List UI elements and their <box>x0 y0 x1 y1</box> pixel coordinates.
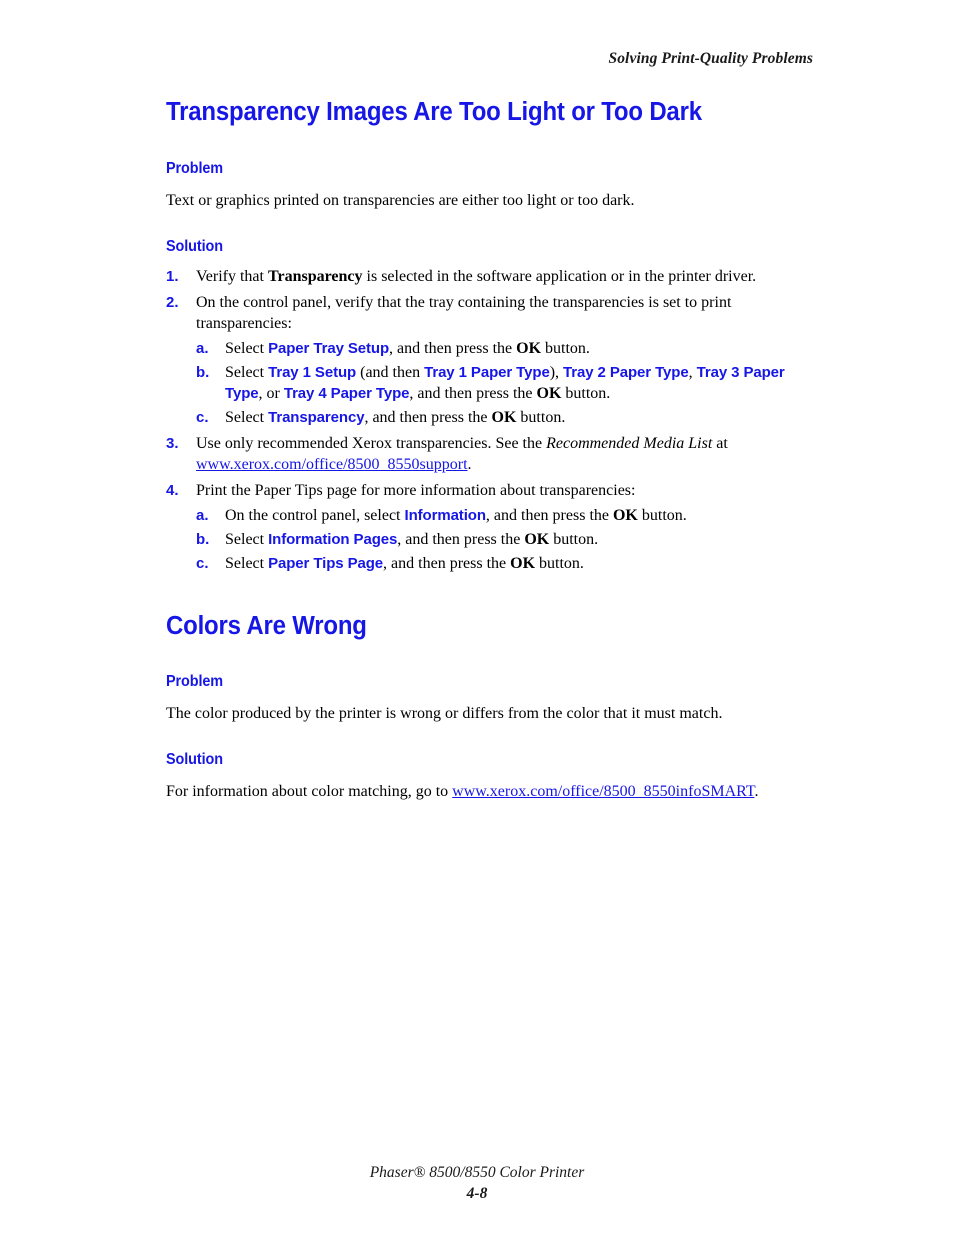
list-item-substep-2b: b. Select Tray 1 Setup (and then Tray 1 … <box>196 362 816 404</box>
problem-text-1: Text or graphics printed on transparenci… <box>166 192 635 210</box>
solution-text-run: For information about color matching, go… <box>166 783 453 801</box>
substep-text-run: , or <box>258 385 284 403</box>
italic-recommended-media-list: Recommended Media List <box>546 435 713 453</box>
substep-text-run: , and then press the <box>383 555 511 573</box>
list-item-substep-2c: c. Select Transparency, and then press t… <box>196 407 816 428</box>
substep-text-run: Select <box>225 340 269 358</box>
substep-text-run: button. <box>535 555 584 573</box>
section-title-colors: Colors Are Wrong <box>166 612 367 641</box>
ui-menu-information: Information <box>404 507 487 525</box>
solution-steps-list: 1. Verify that Transparency is selected … <box>166 266 816 574</box>
page-footer: Phaser® 8500/8550 Color Printer 4-8 <box>0 1162 954 1204</box>
substep-text-run: , and then press the <box>485 507 613 525</box>
ui-menu-tray-4-paper-type: Tray 4 Paper Type <box>283 385 410 403</box>
substep-text-run: , and then press the <box>389 340 517 358</box>
step-text: Verify that Transparency is selected in … <box>196 268 756 285</box>
ui-menu-paper-tips-page: Paper Tips Page <box>268 555 384 573</box>
ui-menu-transparency: Transparency <box>268 409 365 427</box>
subheading-solution-2: Solution <box>166 751 223 769</box>
substep-marker: a. <box>196 340 209 358</box>
list-item-substep-4c: c. Select Paper Tips Page, and then pres… <box>196 553 816 574</box>
substep-text-run: , and then press the <box>409 385 537 403</box>
substep-text-run: button. <box>541 340 590 358</box>
step-text-run: at <box>712 435 728 453</box>
ok-button-label: OK <box>612 507 638 525</box>
substep-text-run: (and then <box>356 364 425 382</box>
substep-marker: b. <box>196 531 210 549</box>
link-support-url[interactable]: www.xerox.com/office/8500_8550support <box>196 456 468 473</box>
ok-button-label: OK <box>536 385 562 403</box>
ok-button-label: OK <box>516 340 542 358</box>
substep-text-run: , and then press the <box>364 409 492 427</box>
substep-text-run: ), <box>549 364 564 382</box>
running-header: Solving Print-Quality Problems <box>608 50 813 67</box>
step-text: Use only recommended Xerox transparencie… <box>196 435 728 473</box>
problem-text-2: The color produced by the printer is wro… <box>166 705 723 723</box>
substep-text-run: button. <box>637 507 687 525</box>
list-item-substep-2a: a. Select Paper Tray Setup, and then pre… <box>196 338 816 359</box>
substep-text: Select Information Pages, and then press… <box>225 531 598 548</box>
substep-marker: b. <box>196 364 210 382</box>
step-text: Print the Paper Tips page for more infor… <box>196 482 636 500</box>
substep-text-run: button. <box>561 385 611 403</box>
step-text-run: . <box>467 456 472 474</box>
footer-product-name: Phaser® 8500/8550 Color Printer <box>369 1164 585 1181</box>
step-text-run: Verify that <box>196 268 268 286</box>
substeps-list-2: a. Select Paper Tray Setup, and then pre… <box>196 338 816 428</box>
substep-text: Select Paper Tips Page, and then press t… <box>225 555 584 572</box>
substep-text: Select Paper Tray Setup, and then press … <box>225 340 590 357</box>
substep-marker: c. <box>196 409 209 427</box>
solution-text-run: . <box>754 783 759 801</box>
list-item-substep-4a: a. On the control panel, select Informat… <box>196 505 816 526</box>
ok-button-label: OK <box>491 409 517 427</box>
substep-text-run: On the control panel, select <box>225 507 405 525</box>
footer-page-number: 4-8 <box>466 1185 488 1202</box>
ui-menu-tray-1-setup: Tray 1 Setup <box>268 364 357 382</box>
substep-marker: a. <box>196 507 209 525</box>
step-text-run: Use only recommended Xerox transparencie… <box>196 435 547 453</box>
list-item-step-3: 3. Use only recommended Xerox transparen… <box>166 433 816 475</box>
step-marker: 1. <box>166 268 179 286</box>
substep-text: Select Tray 1 Setup (and then Tray 1 Pap… <box>225 364 785 402</box>
ui-menu-tray-1-paper-type: Tray 1 Paper Type <box>424 364 550 382</box>
substeps-list-4: a. On the control panel, select Informat… <box>196 505 816 574</box>
step-marker: 4. <box>166 482 179 500</box>
subheading-solution-1: Solution <box>166 238 223 256</box>
substep-text-run: , <box>688 364 697 382</box>
substep-text-run: , and then press the <box>397 531 525 549</box>
ok-button-label: OK <box>524 531 550 549</box>
step-text: On the control panel, verify that the tr… <box>196 294 732 333</box>
ui-menu-information-pages: Information Pages <box>268 531 398 549</box>
section-title-transparency: Transparency Images Are Too Light or Too… <box>166 98 702 126</box>
ok-button-label: OK <box>510 555 536 573</box>
emphasis-transparency: Transparency <box>267 268 363 286</box>
subheading-problem-2: Problem <box>166 673 224 691</box>
substep-text-run: Select <box>225 531 269 549</box>
substep-text: On the control panel, select Information… <box>225 507 687 524</box>
list-item-substep-4b: b. Select Information Pages, and then pr… <box>196 529 816 550</box>
substep-text-run: Select <box>225 364 269 382</box>
ui-menu-tray-2-paper-type: Tray 2 Paper Type <box>563 364 689 382</box>
substep-text-run: button. <box>549 531 599 549</box>
link-infosmart-url[interactable]: www.xerox.com/office/8500_8550infoSMART <box>452 783 754 800</box>
page-content: Transparency Images Are Too Light or Too… <box>166 98 816 802</box>
substep-text: Select Transparency, and then press the … <box>225 409 565 426</box>
ui-menu-paper-tray-setup: Paper Tray Setup <box>268 340 390 358</box>
step-text-run: is selected in the software application … <box>362 268 757 286</box>
subheading-problem-1: Problem <box>166 160 224 178</box>
step-marker: 3. <box>166 435 179 453</box>
step-marker: 2. <box>166 294 179 312</box>
substep-text-run: Select <box>225 409 269 427</box>
substep-text-run: button. <box>516 409 566 427</box>
substep-text-run: Select <box>225 555 269 573</box>
substep-marker: c. <box>196 555 209 573</box>
list-item-step-1: 1. Verify that Transparency is selected … <box>166 266 816 287</box>
list-item-step-2: 2. On the control panel, verify that the… <box>166 292 816 428</box>
colors-solution-text: For information about color matching, go… <box>166 781 816 802</box>
list-item-step-4: 4. Print the Paper Tips page for more in… <box>166 480 816 574</box>
document-page: Solving Print-Quality Problems Transpare… <box>0 0 954 1235</box>
